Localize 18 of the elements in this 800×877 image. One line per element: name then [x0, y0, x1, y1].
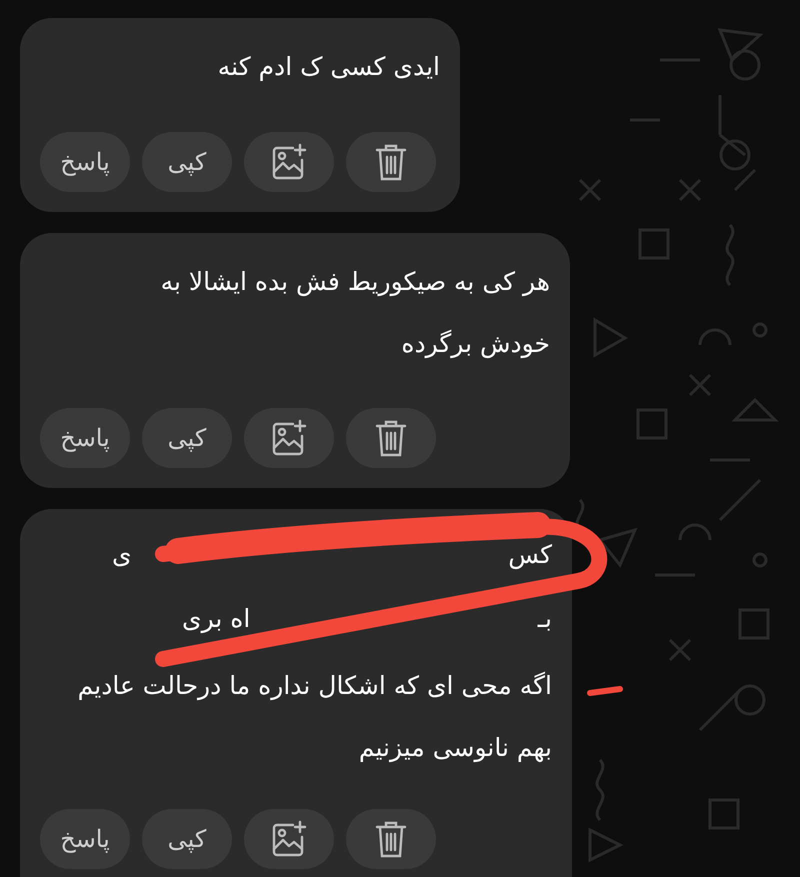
trash-icon	[374, 819, 408, 859]
message-text: اگه محی ای که اشکال نداره ما درحالت عادیم	[78, 670, 552, 702]
copy-button[interactable]: کپی	[142, 132, 232, 192]
message-text-fragment: ی	[112, 539, 132, 571]
message-text-fragment: اه بری	[182, 603, 250, 636]
message-text-fragment: بـ	[538, 603, 552, 635]
message-text-fragment: کس	[508, 539, 552, 572]
copy-button[interactable]: کپی	[142, 809, 232, 869]
message-text: ایدی کسی ک ادم کنه	[218, 51, 440, 83]
reply-button[interactable]: پاسخ	[40, 132, 130, 192]
message-text: هر کی به صیکوریط فش بده ایشالا به	[160, 266, 550, 298]
message-text: خودش برگرده	[401, 328, 550, 360]
reply-button[interactable]: پاسخ	[40, 408, 130, 468]
message-text: بهم نانوسی میزنیم	[358, 732, 552, 764]
copy-button[interactable]: کپی	[142, 408, 232, 468]
reply-button[interactable]: پاسخ	[40, 809, 130, 869]
trash-icon	[374, 142, 408, 182]
trash-icon	[374, 418, 408, 458]
